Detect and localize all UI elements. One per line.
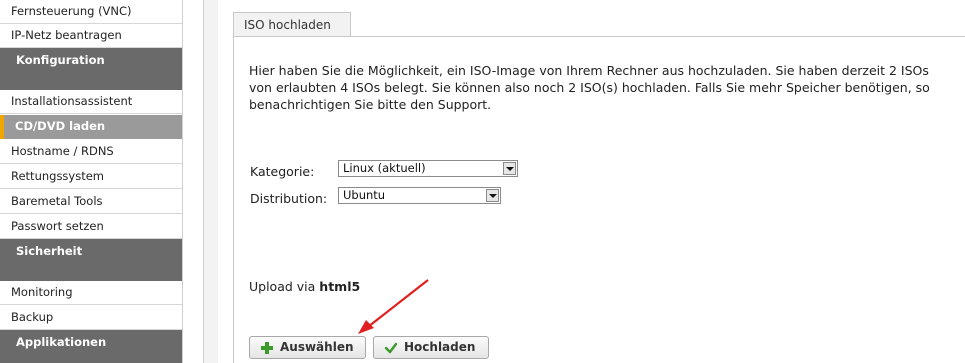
checkmark-icon	[384, 342, 398, 354]
spacer	[183, 0, 193, 363]
sidebar-item-rettungssystem[interactable]: Rettungssystem	[0, 165, 182, 189]
distribution-value: Ubuntu	[343, 188, 386, 202]
sidebar-header-applikationen: Applikationen	[0, 330, 182, 363]
upload-method-text: Upload via html5	[249, 279, 360, 294]
upload-prefix: Upload via	[249, 279, 316, 294]
sidebar-item-passwort[interactable]: Passwort setzen	[0, 215, 182, 239]
sidebar-item-monitoring[interactable]: Monitoring	[0, 281, 182, 305]
distribution-label: Distribution:	[250, 191, 328, 206]
sidebar-item-baremetal[interactable]: Baremetal Tools	[0, 190, 182, 214]
hochladen-label: Hochladen	[404, 340, 476, 354]
sidebar-item-backup[interactable]: Backup	[0, 306, 182, 330]
chevron-down-icon	[503, 162, 516, 175]
gutter	[204, 0, 218, 363]
tab-iso-hochladen[interactable]: ISO hochladen	[233, 12, 351, 37]
auswaehlen-button[interactable]: Auswählen	[249, 336, 366, 359]
sidebar-header-konfiguration: Konfiguration	[0, 48, 182, 90]
auswaehlen-label: Auswählen	[280, 340, 354, 354]
sidebar: Fernsteuerung (VNC) IP-Netz beantragen K…	[0, 0, 183, 363]
sidebar-item-cd-dvd-active[interactable]: CD/DVD laden	[0, 115, 182, 139]
plus-icon	[261, 342, 273, 354]
annotation-arrow-icon	[358, 279, 429, 334]
kategorie-select[interactable]: Linux (aktuell)	[338, 160, 518, 177]
intro-text: Hier haben Sie die Möglichkeit, ein ISO-…	[249, 63, 930, 112]
kategorie-value: Linux (aktuell)	[343, 161, 426, 175]
sidebar-item-ip-netz[interactable]: IP-Netz beantragen	[0, 24, 182, 48]
sidebar-item-installationsassistent[interactable]: Installationsassistent	[0, 90, 182, 114]
kategorie-label: Kategorie:	[250, 164, 315, 179]
sidebar-item-hostname[interactable]: Hostname / RDNS	[0, 140, 182, 164]
distribution-select[interactable]: Ubuntu	[338, 187, 501, 204]
chevron-down-icon	[486, 189, 499, 202]
sidebar-header-sicherheit: Sicherheit	[0, 239, 182, 281]
sidebar-item-vnc[interactable]: Fernsteuerung (VNC)	[0, 0, 182, 24]
